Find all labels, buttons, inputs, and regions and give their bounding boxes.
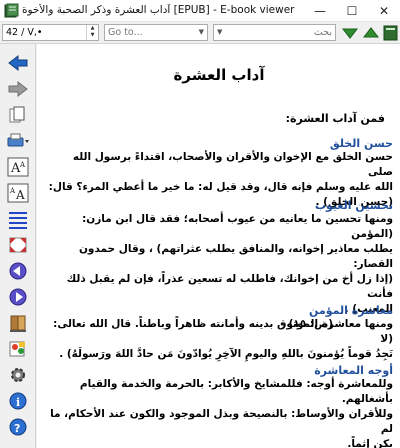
- copy-button[interactable]: [5, 104, 31, 126]
- spin-down-icon[interactable]: ▼: [87, 32, 98, 39]
- section-line: وللأقران والأوساط: بالنصيحة وبذل الموجود…: [50, 408, 393, 435]
- section-line: يطلب معاذير إخوانه، والمنافق يطلب عثراته…: [78, 243, 393, 270]
- next-page-icon: [9, 288, 27, 306]
- window-title: آداب العشرة وذكر الصحبة والأخوة [EPUB] -…: [22, 4, 295, 16]
- section-line: بأشغالهم.: [341, 393, 393, 405]
- preferences-icon: [11, 368, 25, 382]
- minimize-button[interactable]: —: [304, 0, 336, 22]
- position-value: 42 / V,•: [6, 27, 43, 38]
- section-line: تَجِدُ قوماً يُؤمنونَ باللهِ واليومِ الآ…: [59, 348, 393, 360]
- spin-up-icon[interactable]: ▲: [87, 25, 98, 32]
- section-heading: أوجه المعاشرة: [314, 364, 393, 377]
- fullscreen-button[interactable]: [5, 234, 31, 256]
- search-down-icon[interactable]: [340, 24, 360, 42]
- bookmark-icon: [10, 315, 26, 332]
- print-icon: [7, 133, 29, 147]
- svg-text:?: ?: [14, 422, 20, 435]
- search-field[interactable]: ▼: [213, 24, 336, 41]
- app-icon: [4, 3, 19, 18]
- section-believer-company: معاشرة المؤمن ومنها معاشرة الموثوق بدينه…: [47, 304, 393, 362]
- previous-page-button[interactable]: [5, 260, 31, 282]
- position-spinbox[interactable]: 42 / V,• ▲ ▼: [2, 24, 99, 41]
- page-title: آداب العشرة: [173, 66, 265, 84]
- font-smaller-button[interactable]: A A: [5, 182, 31, 204]
- help-icon: ?: [9, 418, 27, 436]
- section-line: (إذا زل أخ من إخوانك، فاطلب له تسعين عذر…: [66, 273, 393, 300]
- maximize-button[interactable]: ☐: [336, 0, 368, 22]
- help-button[interactable]: ?: [5, 416, 31, 438]
- intro-text: فمن آداب العشرة:: [285, 112, 385, 125]
- section-line: ومنها معاشرة الموثوق بدينه وأمانته ظاهرا…: [53, 318, 393, 345]
- book-content[interactable]: آداب العشرة فمن آداب العشرة: حسن الخلق ح…: [37, 44, 400, 448]
- section-heading: حسن الخلق: [329, 137, 393, 150]
- font-larger-icon: A A: [7, 157, 29, 177]
- svg-text:i: i: [16, 396, 20, 409]
- section-line: الله عليه وسلم فإنه قال، وقد قيل له: ما …: [48, 181, 393, 193]
- title-bar: آداب العشرة وذكر الصحبة والأخوة [EPUB] -…: [0, 0, 400, 22]
- bookmark-button[interactable]: [5, 312, 31, 334]
- search-dropdown-icon[interactable]: ▼: [217, 28, 222, 36]
- forward-icon: [8, 80, 28, 98]
- library-icon[interactable]: [381, 24, 400, 42]
- previous-page-icon: [9, 262, 27, 280]
- section-forms-of-company: أوجه المعاشرة وللمعاشرة أوجه: فللمشايخ و…: [47, 364, 393, 448]
- svg-text:A: A: [19, 161, 26, 169]
- section-line: وللمعاشرة أوجه: فللمشايخ والأكابر: بالحر…: [79, 378, 393, 390]
- goto-dropdown-icon[interactable]: ▼: [199, 28, 204, 36]
- reference-icon: [9, 341, 25, 357]
- goto-field[interactable]: ▼: [104, 24, 208, 41]
- forward-button[interactable]: [5, 78, 31, 100]
- section-heading: تحسين العيوب: [314, 199, 393, 212]
- toc-icon: [9, 212, 27, 229]
- back-button[interactable]: [5, 52, 31, 74]
- metadata-button[interactable]: i: [5, 390, 31, 412]
- section-line: حسن الخلق مع الإخوان والأقران والأصحاب، …: [72, 151, 393, 178]
- metadata-icon: i: [9, 392, 27, 410]
- svg-text:A: A: [15, 188, 25, 202]
- reference-button[interactable]: [5, 338, 31, 360]
- top-toolbar: 42 / V,• ▲ ▼ ▼ ▼: [0, 22, 400, 44]
- spin-buttons[interactable]: ▲ ▼: [86, 25, 98, 40]
- copy-icon: [9, 106, 25, 123]
- section-line: يكن إثماً.: [347, 438, 393, 448]
- font-larger-button[interactable]: A A: [5, 156, 31, 178]
- preferences-button[interactable]: [5, 364, 31, 386]
- left-toolbar: A A A A i ?: [0, 44, 36, 448]
- search-input[interactable]: [214, 25, 335, 40]
- back-icon: [8, 54, 28, 72]
- toc-button[interactable]: [5, 208, 31, 230]
- next-page-button[interactable]: [5, 286, 31, 308]
- section-heading: معاشرة المؤمن: [308, 304, 393, 317]
- section-line: ومنها تحسين ما يعانيه من عيوب أصحابه؛ فق…: [82, 213, 393, 240]
- svg-text:A: A: [9, 187, 16, 195]
- search-up-icon[interactable]: [361, 24, 381, 42]
- goto-input[interactable]: [105, 25, 207, 40]
- fullscreen-icon: [9, 237, 27, 253]
- close-button[interactable]: ✕: [368, 0, 400, 22]
- font-smaller-icon: A A: [7, 183, 29, 203]
- print-button[interactable]: [5, 130, 31, 152]
